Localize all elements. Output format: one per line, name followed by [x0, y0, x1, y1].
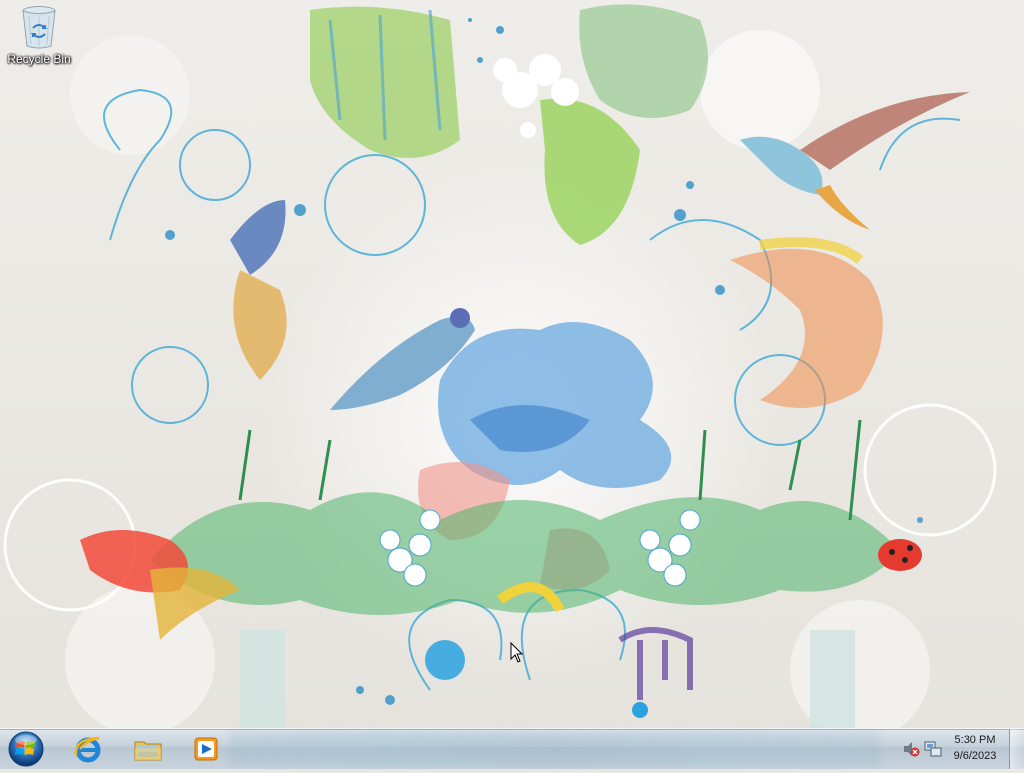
- desktop[interactable]: Recycle Bin: [0, 0, 1024, 728]
- windows-start-orb-icon: [8, 731, 44, 767]
- internet-explorer-icon: [74, 736, 101, 763]
- volume-muted-icon[interactable]: [902, 740, 920, 758]
- show-desktop-button[interactable]: [1009, 729, 1024, 769]
- taskbar-media-player-button[interactable]: [180, 731, 232, 767]
- desktop-icon-label: Recycle Bin: [7, 52, 71, 66]
- taskbar-internet-explorer-button[interactable]: [62, 731, 114, 767]
- clock-time: 5:30 PM: [954, 734, 996, 746]
- taskbar-clock[interactable]: 5:30 PM 9/6/2023: [946, 732, 1004, 764]
- media-player-icon: [194, 737, 218, 761]
- network-icon[interactable]: [924, 740, 942, 758]
- taskbar-glass-reflection: [230, 731, 880, 767]
- taskbar-file-explorer-button[interactable]: [122, 731, 174, 767]
- recycle-bin-icon: [22, 6, 56, 49]
- start-button[interactable]: [6, 730, 46, 768]
- wallpaper-artwork: [3, 4, 997, 728]
- clock-date: 9/6/2023: [953, 750, 997, 762]
- file-explorer-icon: [134, 741, 162, 761]
- taskbar: 5:30 PM 9/6/2023: [0, 728, 1024, 769]
- mouse-cursor-icon: [510, 642, 524, 663]
- desktop-icon-recycle-bin[interactable]: Recycle Bin: [4, 4, 74, 76]
